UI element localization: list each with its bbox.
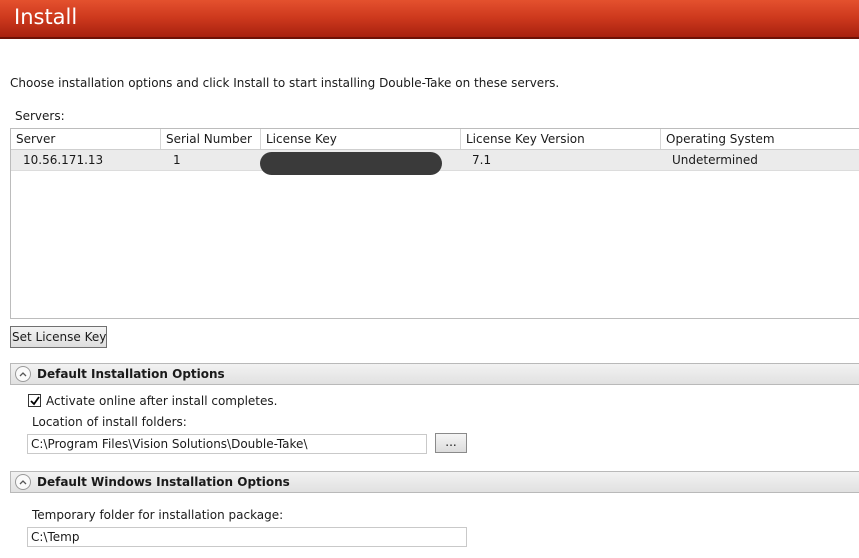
- cell-license-version: 7.1: [472, 153, 492, 167]
- section-title: Default Installation Options: [37, 367, 225, 381]
- title-bar: Install: [0, 0, 859, 39]
- browse-button[interactable]: ...: [435, 433, 467, 453]
- default-windows-installation-options-header[interactable]: Default Windows Installation Options: [10, 471, 859, 493]
- collapse-icon[interactable]: [15, 366, 31, 382]
- cell-serial: 1: [173, 153, 181, 167]
- column-header-license-version[interactable]: License Key Version: [461, 129, 661, 149]
- activate-online-checkbox[interactable]: [28, 394, 41, 407]
- section-title: Default Windows Installation Options: [37, 475, 290, 489]
- cell-server: 10.56.171.13: [23, 153, 104, 167]
- location-label: Location of install folders:: [32, 415, 187, 429]
- page-title: Install: [14, 5, 78, 29]
- temp-folder-label: Temporary folder for installation packag…: [32, 508, 284, 522]
- set-license-keys-button[interactable]: Set License Keys...: [10, 326, 107, 348]
- cell-os: Undetermined: [672, 153, 758, 167]
- temp-folder-field[interactable]: C:\Temp: [27, 527, 467, 547]
- servers-label: Servers:: [15, 109, 65, 123]
- column-header-license-key[interactable]: License Key: [261, 129, 461, 149]
- column-header-server[interactable]: Server: [11, 129, 161, 149]
- column-header-serial[interactable]: Serial Number: [161, 129, 261, 149]
- intro-text: Choose installation options and click In…: [10, 76, 560, 90]
- servers-grid[interactable]: Server Serial Number License Key License…: [10, 128, 859, 319]
- default-installation-options-header[interactable]: Default Installation Options: [10, 363, 859, 385]
- activate-online-label: Activate online after install completes.: [46, 394, 278, 408]
- collapse-icon[interactable]: [15, 474, 31, 490]
- column-header-os[interactable]: Operating System: [661, 129, 859, 149]
- redaction-mask: [260, 152, 442, 175]
- grid-header: Server Serial Number License Key License…: [11, 129, 859, 150]
- install-location-field[interactable]: C:\Program Files\Vision Solutions\Double…: [27, 434, 427, 454]
- table-row[interactable]: 10.56.171.13 1 7.1 Undetermined: [11, 150, 859, 175]
